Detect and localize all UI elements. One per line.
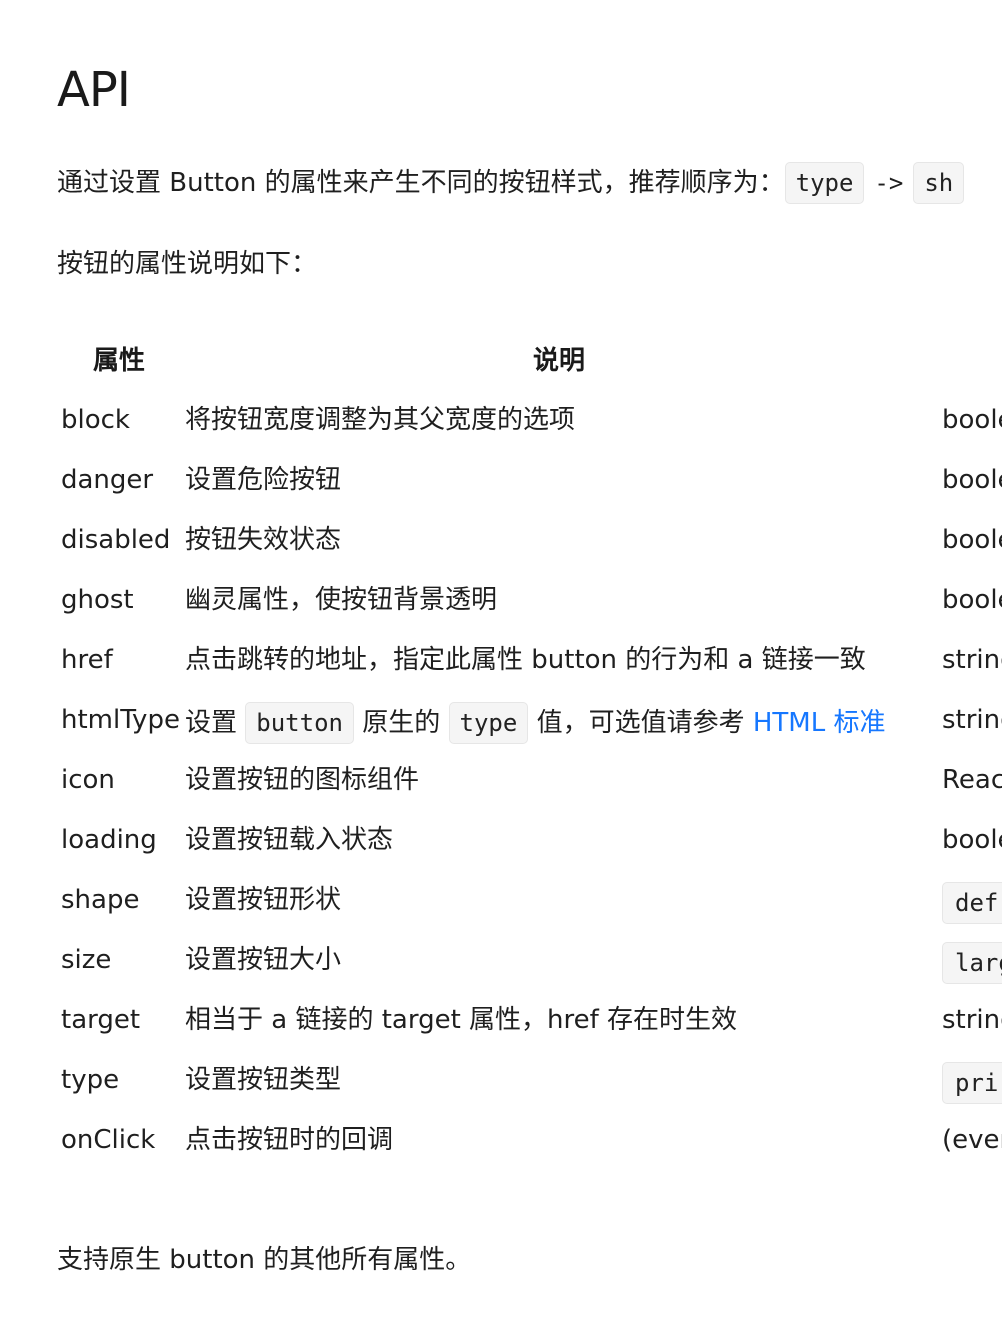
header-description: 说明 — [533, 346, 586, 376]
prop-name: ghost — [61, 585, 134, 615]
prop-name: onClick — [61, 1125, 156, 1155]
prop-description: 幽灵属性，使按钮背景透明 — [185, 585, 498, 615]
prop-description: 相当于 a 链接的 target 属性，href 存在时生效 — [185, 1005, 738, 1035]
footer-note: 支持原生 button 的其他所有属性。 — [57, 1245, 472, 1275]
prop-type: (even — [942, 1122, 1002, 1158]
table-row: block 将按钮宽度调整为其父宽度的选项 boole — [57, 390, 1002, 450]
prop-type-value: boole — [942, 825, 1002, 855]
code-button: button — [245, 702, 354, 744]
table-body: block 将按钮宽度调整为其父宽度的选项 boole danger 设置危险按钮 boo… — [57, 390, 1002, 1170]
prop-name: loading — [61, 825, 157, 855]
table-row: htmlType 设置 button 原生的 type 值，可选值请参考 HTML… — [57, 690, 1002, 750]
prop-description: 设置危险按钮 — [185, 465, 342, 495]
header-property: 属性 — [93, 346, 146, 376]
table-row: ghost 幽灵属性，使按钮背景透明 boole — [57, 570, 1002, 630]
prop-type-value: Reac — [942, 765, 1002, 795]
prop-type-value: def — [942, 882, 1002, 924]
prop-type: boole — [942, 522, 1002, 558]
prop-type-value: string — [942, 1005, 1002, 1035]
prop-type-value: boole — [942, 585, 1002, 615]
prop-description: 将按钮宽度调整为其父宽度的选项 — [185, 405, 576, 435]
prop-description: 设置按钮形状 — [185, 885, 342, 915]
prop-name: shape — [61, 885, 140, 915]
prop-type-value: larg — [942, 942, 1002, 984]
prop-description: 设置按钮类型 — [185, 1065, 342, 1095]
prop-name: danger — [61, 465, 154, 495]
api-table: 属性 说明 block 将按钮宽度调整为其父宽度的选项 boole danger 设置危… — [57, 330, 1002, 1170]
prop-name: href — [61, 645, 113, 675]
arrow: -> — [874, 169, 904, 197]
table-row: icon 设置按钮的图标组件 Reac — [57, 750, 1002, 810]
prop-description: 设置 button 原生的 type 值，可选值请参考 HTML 标准 — [185, 702, 886, 744]
prop-description: 设置按钮大小 — [185, 945, 342, 975]
table-row: href 点击跳转的地址，指定此属性 button 的行为和 a 链接一致 stri… — [57, 630, 1002, 690]
prop-type-value: boole — [942, 465, 1002, 495]
prop-type: def — [942, 882, 1002, 924]
code-shape: sh — [913, 162, 965, 204]
html-standard-link[interactable]: HTML 标准 — [753, 708, 886, 738]
table-row: target 相当于 a 链接的 target 属性，href 存在时生效 stri… — [57, 990, 1002, 1050]
prop-type-value: boole — [942, 405, 1002, 435]
intro-paragraph: 通过设置 Button 的属性来产生不同的按钮样式，推荐顺序为： type -> sh — [57, 162, 965, 204]
prop-name: size — [61, 945, 112, 975]
table-row: onClick 点击按钮时的回调 (even — [57, 1110, 1002, 1170]
prop-type-value: pri — [942, 1062, 1002, 1104]
prop-type-value: (even — [942, 1125, 1002, 1155]
prop-name: target — [61, 1005, 141, 1035]
page-title: API — [57, 62, 131, 118]
prop-description: 点击按钮时的回调 — [185, 1125, 394, 1155]
prop-description: 设置按钮载入状态 — [185, 825, 394, 855]
code-type: type — [448, 702, 529, 744]
prop-description: 点击跳转的地址，指定此属性 button 的行为和 a 链接一致 — [185, 645, 866, 675]
table-row: danger 设置危险按钮 boole — [57, 450, 1002, 510]
desc-text: 设置 — [185, 708, 238, 738]
props-intro: 按钮的属性说明如下： — [57, 249, 318, 279]
prop-name: type — [61, 1065, 120, 1095]
table-header: 属性 说明 — [57, 330, 1002, 390]
prop-name: disabled — [61, 525, 171, 555]
intro-text: 通过设置 Button 的属性来产生不同的按钮样式，推荐顺序为： — [57, 168, 785, 198]
prop-type: Reac — [942, 762, 1002, 798]
table-row: size 设置按钮大小 larg — [57, 930, 1002, 990]
desc-text: 原生的 — [362, 708, 441, 738]
prop-type: string — [942, 1002, 1002, 1038]
prop-name: icon — [61, 765, 115, 795]
prop-type: boole — [942, 582, 1002, 618]
prop-description: 按钮失效状态 — [185, 525, 342, 555]
prop-type: string — [942, 642, 1002, 678]
prop-name: block — [61, 405, 130, 435]
prop-type: boole — [942, 822, 1002, 858]
prop-type-value: boole — [942, 525, 1002, 555]
prop-description: 设置按钮的图标组件 — [185, 765, 420, 795]
prop-type-value: string — [942, 705, 1002, 735]
table-row: shape 设置按钮形状 def — [57, 870, 1002, 930]
prop-type: boole — [942, 402, 1002, 438]
prop-name: htmlType — [61, 705, 180, 735]
prop-type: pri — [942, 1062, 1002, 1104]
prop-type: boole — [942, 462, 1002, 498]
prop-type: larg — [942, 942, 1002, 984]
table-row: loading 设置按钮载入状态 boole — [57, 810, 1002, 870]
prop-type: string — [942, 702, 1002, 738]
prop-type-value: string — [942, 645, 1002, 675]
table-row: type 设置按钮类型 pri — [57, 1050, 1002, 1110]
code-type: type — [784, 162, 865, 204]
desc-text: 值，可选值请参考 — [536, 708, 745, 738]
table-row: disabled 按钮失效状态 boole — [57, 510, 1002, 570]
